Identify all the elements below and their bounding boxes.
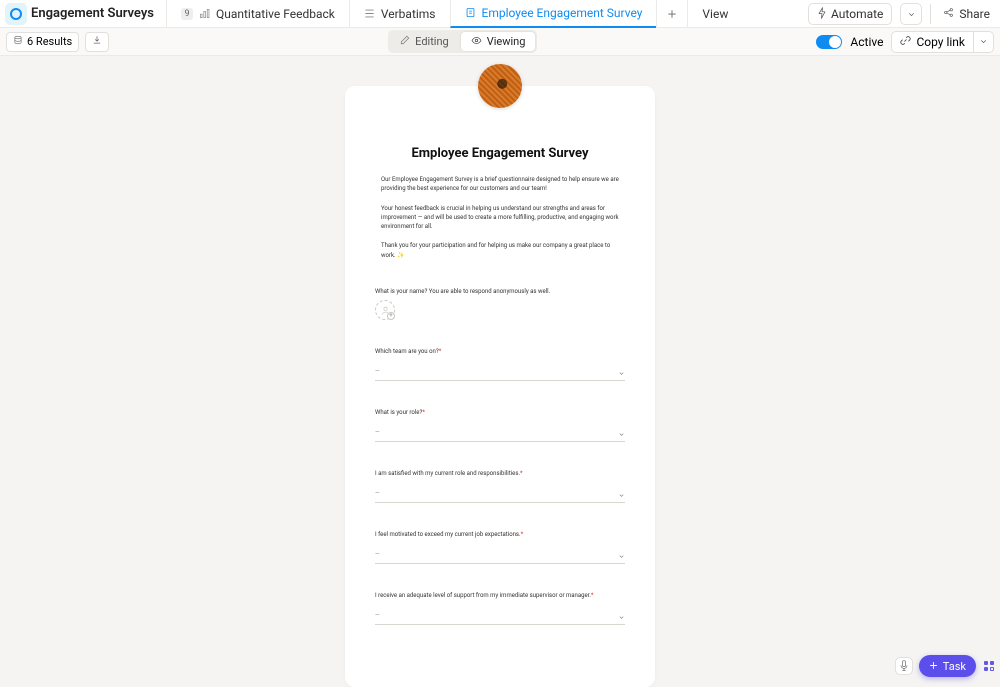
voice-button[interactable] bbox=[895, 657, 913, 675]
plus-icon bbox=[929, 660, 938, 673]
microphone-icon bbox=[899, 657, 909, 676]
satisfied-select[interactable]: — bbox=[375, 485, 625, 503]
share-icon bbox=[943, 7, 954, 21]
chevron-down-icon bbox=[618, 484, 625, 503]
form-canvas[interactable]: Employee Engagement Survey Our Employee … bbox=[0, 56, 1000, 687]
role-select[interactable]: — bbox=[375, 424, 625, 442]
select-placeholder: — bbox=[375, 368, 380, 375]
team-select[interactable]: — bbox=[375, 363, 625, 381]
automate-label: Automate bbox=[831, 7, 883, 21]
question-satisfied: I am satisfied with my current role and … bbox=[375, 470, 625, 503]
results-label: 6 Results bbox=[27, 35, 72, 48]
chevron-down-icon bbox=[618, 545, 625, 564]
tab-label: Verbatims bbox=[381, 7, 436, 21]
task-label: Task bbox=[943, 660, 966, 673]
question-motivated: I feel motivated to exceed my current jo… bbox=[375, 531, 625, 564]
tab-badge: 9 bbox=[181, 8, 193, 20]
question-label: I am satisfied with my current role and … bbox=[375, 470, 625, 477]
view-mode-toggle: Editing Viewing bbox=[388, 30, 537, 53]
copy-link-button[interactable]: Copy link bbox=[891, 31, 974, 53]
viewing-mode-button[interactable]: Viewing bbox=[461, 32, 536, 51]
active-label: Active bbox=[850, 35, 883, 49]
bar-chart-icon bbox=[199, 8, 210, 19]
question-label: What is your name? You are able to respo… bbox=[375, 288, 625, 295]
required-mark: * bbox=[439, 348, 442, 355]
viewing-label: Viewing bbox=[487, 35, 526, 48]
link-icon bbox=[900, 35, 911, 49]
intro-paragraph: Thank you for your participation and for… bbox=[381, 241, 619, 260]
apps-button[interactable] bbox=[982, 659, 996, 673]
add-view-button[interactable] bbox=[656, 0, 688, 28]
select-placeholder: — bbox=[375, 429, 380, 436]
chevron-down-icon bbox=[618, 362, 625, 381]
tab-quantitative-feedback[interactable]: 9 Quantitative Feedback bbox=[166, 0, 349, 28]
select-placeholder: — bbox=[375, 551, 380, 558]
question-name: What is your name? You are able to respo… bbox=[375, 288, 625, 320]
form-icon bbox=[465, 7, 476, 18]
question-team: Which team are you on?* — bbox=[375, 348, 625, 381]
results-button[interactable]: 6 Results bbox=[6, 32, 79, 52]
app-header: Engagement Surveys 9 Quantitative Feedba… bbox=[0, 0, 1000, 28]
question-label: What is your role?* bbox=[375, 409, 625, 416]
question-label: I feel motivated to exceed my current jo… bbox=[375, 531, 625, 538]
form-title: Employee Engagement Survey bbox=[375, 146, 625, 161]
workspace-title: Engagement Surveys bbox=[31, 6, 154, 21]
tab-employee-engagement-survey[interactable]: Employee Engagement Survey bbox=[450, 0, 657, 28]
motivated-select[interactable]: — bbox=[375, 546, 625, 564]
required-mark: * bbox=[422, 409, 425, 416]
question-label: Which team are you on?* bbox=[375, 348, 625, 355]
required-mark: * bbox=[520, 470, 523, 477]
view-menu[interactable]: View bbox=[688, 0, 742, 28]
editing-mode-button[interactable]: Editing bbox=[390, 32, 459, 51]
form-header-image bbox=[478, 64, 522, 108]
automate-dropdown[interactable] bbox=[900, 3, 922, 25]
automate-button[interactable]: Automate bbox=[808, 3, 892, 25]
tab-label: Employee Engagement Survey bbox=[482, 6, 643, 20]
question-role: What is your role?* — bbox=[375, 409, 625, 442]
select-placeholder: — bbox=[375, 612, 380, 619]
download-button[interactable] bbox=[85, 32, 109, 52]
copy-link-label: Copy link bbox=[916, 35, 965, 49]
chevron-down-icon bbox=[618, 606, 625, 625]
share-label: Share bbox=[959, 7, 990, 21]
active-toggle[interactable] bbox=[816, 35, 842, 49]
eye-icon bbox=[471, 35, 482, 49]
required-mark: * bbox=[591, 592, 594, 599]
divider bbox=[930, 4, 931, 24]
view-label: View bbox=[702, 7, 728, 21]
editing-label: Editing bbox=[415, 35, 449, 48]
question-support: I receive an adequate level of support f… bbox=[375, 592, 625, 625]
share-button[interactable]: Share bbox=[939, 7, 994, 21]
support-select[interactable]: — bbox=[375, 607, 625, 625]
app-logo[interactable] bbox=[5, 3, 27, 25]
form-intro: Our Employee Engagement Survey is a brie… bbox=[381, 175, 619, 260]
select-placeholder: — bbox=[375, 490, 380, 497]
intro-paragraph: Our Employee Engagement Survey is a brie… bbox=[381, 175, 619, 194]
plus-icon: + bbox=[387, 312, 395, 320]
floating-controls: Task bbox=[895, 655, 996, 677]
copy-link-dropdown[interactable] bbox=[974, 31, 994, 53]
view-toolbar: 6 Results Editing Viewing Active bbox=[0, 28, 1000, 56]
tab-verbatims[interactable]: Verbatims bbox=[349, 0, 450, 28]
assignee-field[interactable]: + bbox=[375, 300, 395, 320]
download-icon bbox=[92, 35, 102, 48]
pencil-icon bbox=[400, 35, 410, 48]
form-card: Employee Engagement Survey Our Employee … bbox=[345, 86, 655, 687]
database-icon bbox=[13, 35, 23, 48]
chevron-down-icon bbox=[618, 423, 625, 442]
required-mark: * bbox=[521, 531, 524, 538]
new-task-button[interactable]: Task bbox=[919, 655, 976, 677]
lightning-icon bbox=[817, 7, 827, 22]
question-label: I receive an adequate level of support f… bbox=[375, 592, 625, 599]
intro-paragraph: Your honest feedback is crucial in helpi… bbox=[381, 204, 619, 232]
list-icon bbox=[364, 8, 375, 19]
tab-label: Quantitative Feedback bbox=[216, 7, 335, 21]
